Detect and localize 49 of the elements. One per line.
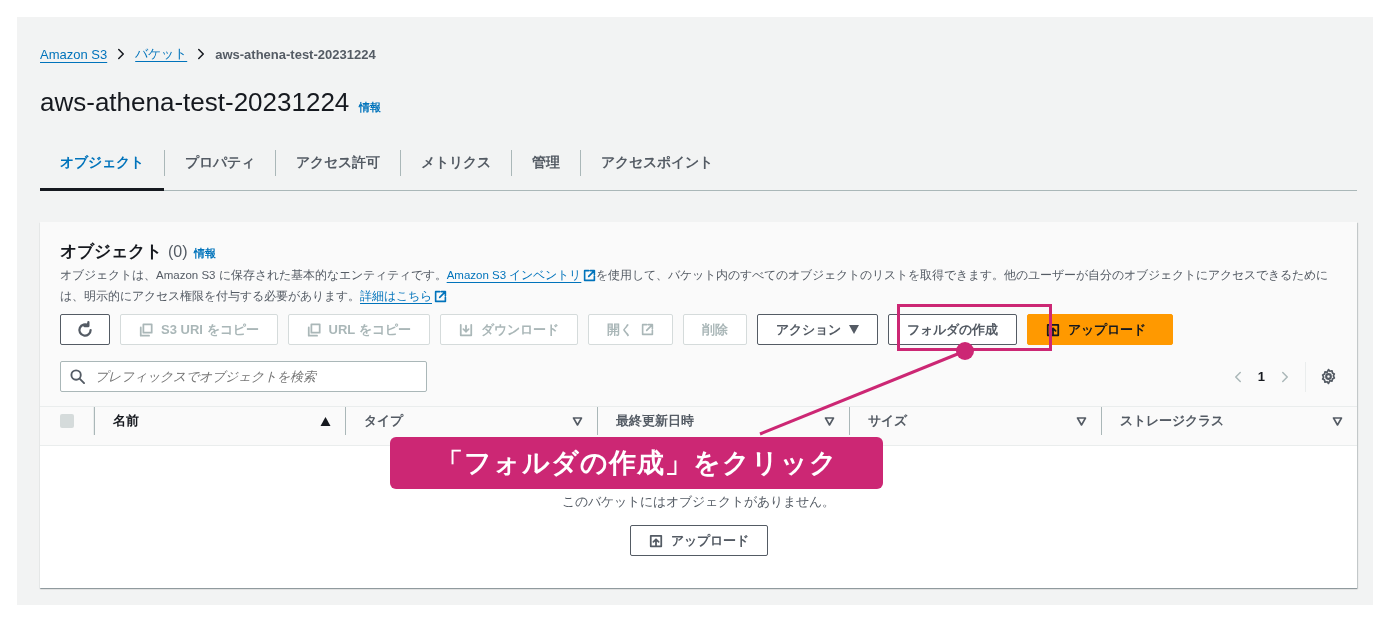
- search-icon: [70, 369, 85, 384]
- tab[interactable]: アクセスポイント: [581, 144, 733, 191]
- column-header[interactable]: タイプ: [364, 412, 403, 430]
- toolbar-button[interactable]: アクション: [756, 314, 878, 345]
- breadcrumb-current: aws-athena-test-20231224: [215, 46, 376, 62]
- tab[interactable]: アクセス許可: [276, 144, 400, 191]
- upload-icon: [1045, 322, 1060, 337]
- sort-icon: [824, 416, 835, 426]
- refresh-icon: [76, 320, 94, 339]
- sort-ascending-icon: [320, 416, 331, 426]
- sort-icon: [572, 416, 583, 426]
- panel-title: オブジェクト: [60, 241, 162, 263]
- help-link[interactable]: 詳細はこちら: [360, 286, 447, 307]
- settings-icon: [1320, 368, 1337, 385]
- download-icon: [458, 322, 473, 337]
- column-header[interactable]: 名前: [113, 412, 139, 430]
- search-field[interactable]: プレフィックスでオブジェクトを検索: [60, 361, 427, 392]
- info-link[interactable]: 情報: [193, 246, 216, 261]
- breadcrumb-link[interactable]: バケット: [135, 45, 188, 63]
- callout-label: 「フォルダの作成」をクリック: [390, 437, 883, 489]
- column-header[interactable]: 最終更新日時: [616, 412, 694, 430]
- copy-icon: [139, 322, 153, 337]
- column-header[interactable]: ストレージクラス: [1120, 412, 1224, 430]
- description-text: オブジェクトは、Amazon S3 に保存された基本的なエンティティです。Amazon S3 インベントリ を使用して、バケット内のすべてのオブジェクトのリストを取得できます。他のユーザーが自分のオブジェクトにアクセスできるためには、明示的にアクセス権限を付与する必要があります。詳細はこちら: [60, 265, 1337, 307]
- refresh-button[interactable]: [60, 314, 110, 345]
- external-link-icon: [640, 323, 654, 336]
- tab[interactable]: オブジェクト: [40, 144, 164, 191]
- upload-icon: [648, 533, 663, 548]
- sort-icon: [1076, 416, 1087, 426]
- copy-icon: [306, 322, 321, 337]
- upload-button[interactable]: アップロード: [629, 525, 768, 556]
- empty-message: このバケットにはオブジェクトがありません。: [562, 493, 835, 511]
- toolbar-button[interactable]: アップロード: [1026, 314, 1173, 345]
- caret-icon: [848, 325, 859, 334]
- tab[interactable]: メトリクス: [401, 144, 511, 191]
- breadcrumb-link[interactable]: Amazon S3: [40, 46, 108, 62]
- object-count: (0): [168, 243, 188, 261]
- tab[interactable]: プロパティ: [165, 144, 275, 191]
- toolbar-button[interactable]: フォルダの作成: [887, 314, 1017, 345]
- select-all-checkbox[interactable]: [60, 414, 74, 428]
- external-link-icon: [434, 290, 447, 303]
- external-link-icon: [583, 269, 597, 282]
- column-header[interactable]: サイズ: [868, 412, 907, 430]
- sort-icon: [1332, 416, 1343, 426]
- page-number[interactable]: 1: [1257, 369, 1265, 384]
- page-title: aws-athena-test-20231224: [40, 87, 350, 118]
- info-link[interactable]: 情報: [359, 100, 382, 115]
- tab[interactable]: 管理: [512, 144, 580, 191]
- help-link[interactable]: Amazon S3 インベントリ: [446, 265, 597, 286]
